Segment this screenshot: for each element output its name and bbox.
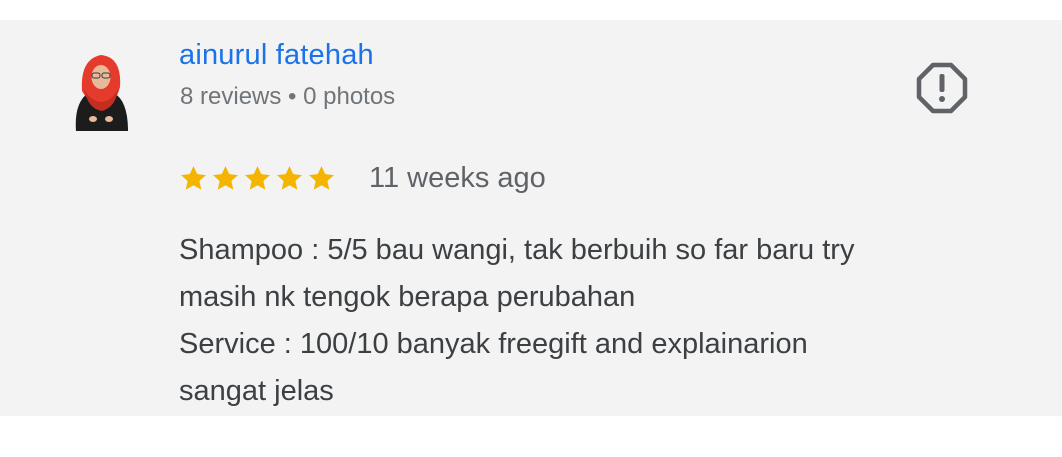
star-icon [309, 165, 334, 190]
star-icon [277, 165, 302, 190]
review-text-line: Service : 100/10 banyak freegift and exp… [179, 328, 808, 360]
avatar[interactable] [68, 47, 134, 131]
rating-row: 11 weeks ago [179, 158, 546, 198]
review-text-line: masih nk tengok berapa perubahan [179, 281, 636, 313]
star-rating [179, 164, 336, 193]
star-icon [213, 165, 238, 190]
avatar-image [75, 55, 128, 131]
review-text-line: sangat jelas [179, 375, 334, 407]
review-text: Shampoo : 5/5 bau wangi, tak berbuih so … [179, 227, 1019, 415]
author-name-link[interactable]: ainurul fatehah [179, 37, 374, 73]
review-date: 11 weeks ago [369, 161, 546, 194]
star-icon [245, 165, 270, 190]
review-text-line: Shampoo : 5/5 bau wangi, tak berbuih so … [179, 234, 855, 266]
review-card: ainurul fatehah 8 reviews • 0 photos 11 … [0, 20, 1062, 416]
report-flag-icon[interactable] [916, 62, 968, 114]
star-icon [181, 165, 206, 190]
author-meta: 8 reviews • 0 photos [180, 83, 396, 110]
